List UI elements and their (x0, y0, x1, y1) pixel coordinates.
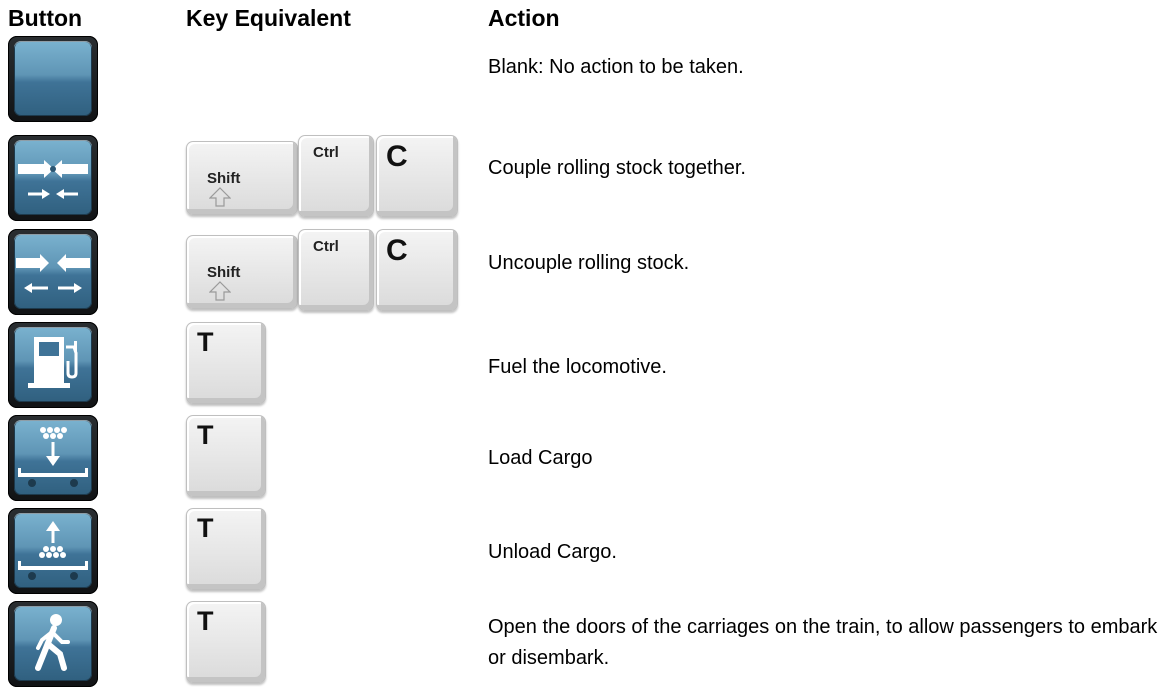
action-text: Blank: No action to be taken. (488, 56, 744, 78)
shift-key: Shift (186, 235, 298, 309)
uncouple-icon (8, 229, 98, 315)
couple-icon (8, 135, 98, 221)
ctrl-key-label: Ctrl (313, 144, 339, 161)
c-key-label: C (386, 140, 408, 173)
fuel-pump-icon (8, 322, 98, 408)
action-text: Couple rolling stock together. (488, 157, 746, 179)
action-text: Fuel the locomotive. (488, 356, 667, 378)
t-key-label: T (197, 327, 214, 357)
shift-arrow-icon (209, 281, 231, 301)
header-action: Action (488, 5, 560, 31)
ctrl-key: Ctrl (298, 229, 374, 311)
blank-button-icon (8, 36, 98, 122)
shift-arrow-icon (209, 187, 231, 207)
shift-key-label: Shift (207, 170, 241, 187)
c-key-label: C (386, 234, 408, 267)
t-key: T (186, 415, 266, 497)
action-text: Unload Cargo. (488, 541, 617, 563)
header-button: Button (8, 5, 83, 31)
load-cargo-icon (8, 415, 98, 501)
shift-key: Shift (186, 141, 298, 215)
action-text: Load Cargo (488, 447, 593, 469)
ctrl-key-label: Ctrl (313, 238, 339, 255)
action-text: Open the doors of the carriages on the t… (488, 616, 1158, 669)
t-key-label: T (197, 606, 214, 636)
walking-passenger-icon (8, 601, 98, 687)
t-key: T (186, 601, 266, 683)
t-key-label: T (197, 513, 214, 543)
header-key-equivalent: Key Equivalent (186, 5, 351, 31)
t-key: T (186, 508, 266, 590)
ctrl-key: Ctrl (298, 135, 374, 217)
unload-cargo-icon (8, 508, 98, 594)
t-key-label: T (197, 420, 214, 450)
action-text: Uncouple rolling stock. (488, 252, 690, 274)
shift-key-label: Shift (207, 264, 241, 281)
t-key: T (186, 322, 266, 404)
c-key: C (376, 229, 458, 311)
c-key: C (376, 135, 458, 217)
